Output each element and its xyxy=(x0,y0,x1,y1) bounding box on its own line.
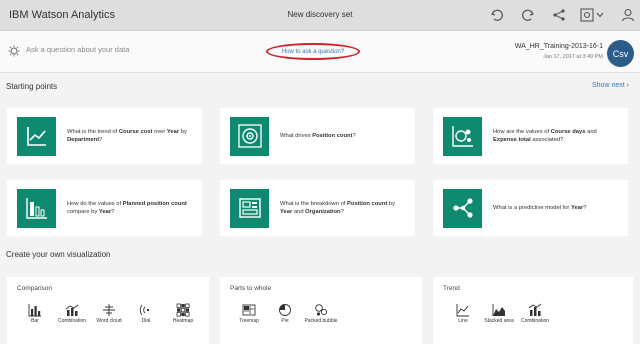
combination-icon xyxy=(65,304,79,316)
vis-stacked-area[interactable]: Stacked area xyxy=(481,303,517,325)
treemap-icon xyxy=(242,304,256,316)
user-icon[interactable] xyxy=(620,7,636,23)
settings-dropdown-icon[interactable] xyxy=(580,7,606,23)
dataset-name[interactable]: WA_HR_Training-2013-16-1 xyxy=(515,43,603,50)
vis-packed-bubble[interactable]: Packed bubble xyxy=(303,303,339,325)
watson-bulb-icon xyxy=(8,44,20,57)
bubble-chart-icon xyxy=(443,116,482,156)
card-question: What drives Position count? xyxy=(280,132,356,139)
panel-title: Comparison xyxy=(17,285,53,292)
document-title[interactable]: New discovery set xyxy=(0,10,640,19)
trend-chart-icon xyxy=(17,116,56,156)
vis-trend-combination[interactable]: Combination xyxy=(517,303,553,325)
dial-icon xyxy=(139,304,150,316)
vis-bar[interactable]: Bar xyxy=(17,303,53,325)
breakdown-icon xyxy=(230,188,269,228)
bar-chart-icon xyxy=(17,188,56,228)
vis-line[interactable]: Line xyxy=(445,303,481,325)
question-bar: How to ask a question? WA_HR_Training-20… xyxy=(0,31,640,73)
starting-points-heading: Starting points xyxy=(6,82,58,91)
packed-bubble-icon xyxy=(315,304,328,316)
undo-icon[interactable] xyxy=(489,7,505,23)
line-icon xyxy=(456,304,469,317)
dataset-date: Jan 17, 2017 at 3:49 PM xyxy=(543,54,603,60)
starting-point-card[interactable]: What is a predictive model for Year? xyxy=(433,180,628,236)
share-icon[interactable] xyxy=(551,7,567,23)
starting-point-card[interactable]: What drives Position count? xyxy=(220,108,415,164)
card-question: How are the values of Course days and Ex… xyxy=(493,128,597,144)
bar-icon xyxy=(28,304,41,317)
card-question: What is the trend of Course cost over Ye… xyxy=(67,128,187,144)
create-visualization-heading: Create your own visualization xyxy=(6,250,111,259)
card-question: How do the values of Planned position co… xyxy=(67,200,187,216)
stacked-area-icon xyxy=(492,304,505,316)
how-to-ask-link[interactable]: How to ask a question? xyxy=(282,49,344,55)
vis-pie[interactable]: Pie xyxy=(267,303,303,325)
dataset-avatar[interactable]: Csv xyxy=(607,40,634,67)
panel-parts-to-whole: Parts to whole Treemap Pie Packed bubble xyxy=(220,277,422,344)
vis-dial[interactable]: Dial xyxy=(128,303,164,325)
card-question: What is a predictive model for Year? xyxy=(493,204,587,211)
panel-comparison: Comparison Bar Combination Word cloud Di… xyxy=(7,277,209,344)
redo-icon[interactable] xyxy=(520,7,536,23)
panel-title: Trend xyxy=(443,285,460,292)
how-to-ask-highlight: How to ask a question? xyxy=(266,43,360,60)
vis-word-cloud[interactable]: Word cloud xyxy=(91,303,127,325)
show-next-link[interactable]: Show next › xyxy=(592,82,629,89)
card-question: What is the breakdown of Position count … xyxy=(280,200,396,216)
top-bar: IBM Watson Analytics New discovery set xyxy=(0,0,640,31)
starting-point-card[interactable]: What is the breakdown of Position count … xyxy=(220,180,415,236)
combination-icon xyxy=(528,303,542,316)
pie-icon xyxy=(279,304,291,316)
starting-point-card[interactable]: How are the values of Course days and Ex… xyxy=(433,108,628,164)
heatmap-icon xyxy=(176,303,190,317)
panel-trend: Trend Line Stacked area Combination xyxy=(433,277,633,344)
question-input[interactable] xyxy=(26,45,246,54)
word-cloud-icon xyxy=(103,304,115,316)
vis-heatmap[interactable]: Heatmap xyxy=(165,303,201,325)
predictive-model-icon xyxy=(443,188,482,228)
vis-treemap[interactable]: Treemap xyxy=(231,303,267,325)
panel-title: Parts to whole xyxy=(230,285,272,292)
chevron-right-icon: › xyxy=(626,82,629,89)
vis-combination[interactable]: Combination xyxy=(54,303,90,325)
starting-point-card[interactable]: How do the values of Planned position co… xyxy=(7,180,202,236)
target-icon xyxy=(230,116,269,156)
starting-point-card[interactable]: What is the trend of Course cost over Ye… xyxy=(7,108,202,164)
